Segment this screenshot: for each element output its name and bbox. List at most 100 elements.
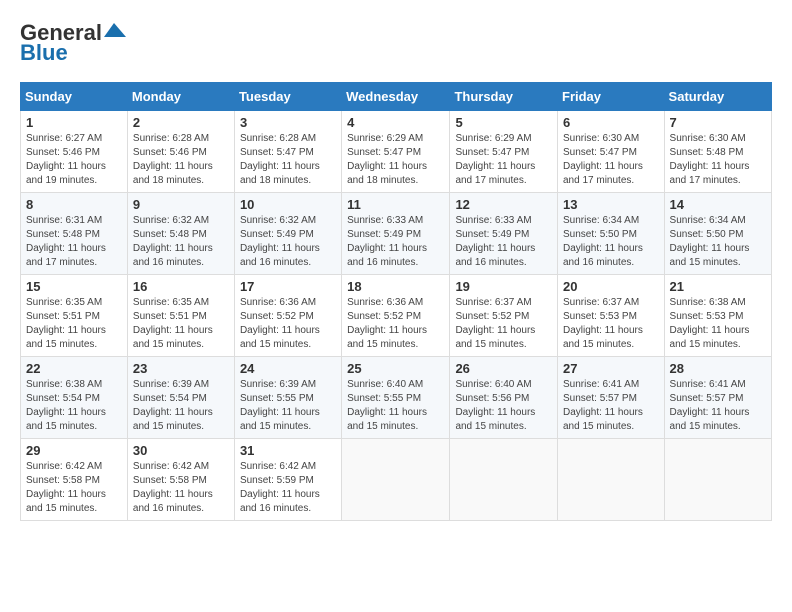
calendar-cell: 2 Sunrise: 6:28 AMSunset: 5:46 PMDaylight… <box>127 111 234 193</box>
calendar-cell: 7 Sunrise: 6:30 AMSunset: 5:48 PMDaylight… <box>664 111 771 193</box>
day-number: 12 <box>455 197 552 212</box>
dow-header-sunday: Sunday <box>21 83 128 111</box>
page-header: General Blue <box>20 20 772 66</box>
day-number: 13 <box>563 197 659 212</box>
logo-blue-text: Blue <box>20 40 68 66</box>
day-number: 1 <box>26 115 122 130</box>
day-number: 6 <box>563 115 659 130</box>
calendar-cell: 19 Sunrise: 6:37 AMSunset: 5:52 PMDayligh… <box>450 275 558 357</box>
logo: General Blue <box>20 20 126 66</box>
calendar-week-4: 22 Sunrise: 6:38 AMSunset: 5:54 PMDayligh… <box>21 357 772 439</box>
calendar-cell: 21 Sunrise: 6:38 AMSunset: 5:53 PMDayligh… <box>664 275 771 357</box>
calendar-cell: 18Sunrise: 6:36 AMSunset: 5:52 PMDayligh… <box>342 275 450 357</box>
calendar-cell <box>342 439 450 521</box>
day-info: Sunrise: 6:39 AMSunset: 5:55 PMDaylight:… <box>240 378 336 434</box>
calendar-cell: 17 Sunrise: 6:36 AMSunset: 5:52 PMDayligh… <box>234 275 341 357</box>
day-info: Sunrise: 6:32 AMSunset: 5:48 PMDaylight:… <box>133 214 229 270</box>
day-info: Sunrise: 6:38 AMSunset: 5:54 PMDaylight:… <box>26 378 122 434</box>
calendar-cell <box>558 439 665 521</box>
calendar-cell: 10Sunrise: 6:32 AMSunset: 5:49 PMDayligh… <box>234 193 341 275</box>
day-info: Sunrise: 6:29 AMSunset: 5:47 PMDaylight:… <box>455 132 552 188</box>
day-info: Sunrise: 6:38 AMSunset: 5:53 PMDaylight:… <box>670 296 766 352</box>
day-number: 31 <box>240 443 336 458</box>
day-number: 22 <box>26 361 122 376</box>
day-number: 29 <box>26 443 122 458</box>
day-info: Sunrise: 6:34 AMSunset: 5:50 PMDaylight:… <box>670 214 766 270</box>
day-number: 25 <box>347 361 444 376</box>
calendar-cell: 1 Sunrise: 6:27 AMSunset: 5:46 PMDaylight… <box>21 111 128 193</box>
day-info: Sunrise: 6:30 AMSunset: 5:47 PMDaylight:… <box>563 132 659 188</box>
day-number: 23 <box>133 361 229 376</box>
day-number: 24 <box>240 361 336 376</box>
calendar-week-5: 29 Sunrise: 6:42 AMSunset: 5:58 PMDayligh… <box>21 439 772 521</box>
day-number: 3 <box>240 115 336 130</box>
dow-header-monday: Monday <box>127 83 234 111</box>
day-info: Sunrise: 6:35 AMSunset: 5:51 PMDaylight:… <box>26 296 122 352</box>
day-info: Sunrise: 6:41 AMSunset: 5:57 PMDaylight:… <box>670 378 766 434</box>
calendar-cell: 23Sunrise: 6:39 AMSunset: 5:54 PMDayligh… <box>127 357 234 439</box>
day-number: 21 <box>670 279 766 294</box>
calendar-cell: 25 Sunrise: 6:40 AMSunset: 5:55 PMDayligh… <box>342 357 450 439</box>
calendar-table: SundayMondayTuesdayWednesdayThursdayFrid… <box>20 82 772 521</box>
calendar-week-3: 15 Sunrise: 6:35 AMSunset: 5:51 PMDayligh… <box>21 275 772 357</box>
day-number: 11 <box>347 197 444 212</box>
calendar-cell: 12Sunrise: 6:33 AMSunset: 5:49 PMDayligh… <box>450 193 558 275</box>
day-number: 19 <box>455 279 552 294</box>
day-number: 16 <box>133 279 229 294</box>
dow-header-tuesday: Tuesday <box>234 83 341 111</box>
calendar-week-1: 1 Sunrise: 6:27 AMSunset: 5:46 PMDaylight… <box>21 111 772 193</box>
day-number: 28 <box>670 361 766 376</box>
day-info: Sunrise: 6:28 AMSunset: 5:46 PMDaylight:… <box>133 132 229 188</box>
day-info: Sunrise: 6:37 AMSunset: 5:53 PMDaylight:… <box>563 296 659 352</box>
day-info: Sunrise: 6:32 AMSunset: 5:49 PMDaylight:… <box>240 214 336 270</box>
day-number: 26 <box>455 361 552 376</box>
calendar-cell: 14 Sunrise: 6:34 AMSunset: 5:50 PMDayligh… <box>664 193 771 275</box>
calendar-cell: 16 Sunrise: 6:35 AMSunset: 5:51 PMDayligh… <box>127 275 234 357</box>
day-info: Sunrise: 6:36 AMSunset: 5:52 PMDaylight:… <box>240 296 336 352</box>
calendar-cell: 22 Sunrise: 6:38 AMSunset: 5:54 PMDayligh… <box>21 357 128 439</box>
calendar-cell: 15 Sunrise: 6:35 AMSunset: 5:51 PMDayligh… <box>21 275 128 357</box>
day-info: Sunrise: 6:40 AMSunset: 5:56 PMDaylight:… <box>455 378 552 434</box>
calendar-cell <box>664 439 771 521</box>
day-number: 5 <box>455 115 552 130</box>
day-number: 9 <box>133 197 229 212</box>
day-info: Sunrise: 6:31 AMSunset: 5:48 PMDaylight:… <box>26 214 122 270</box>
calendar-week-2: 8 Sunrise: 6:31 AMSunset: 5:48 PMDaylight… <box>21 193 772 275</box>
day-info: Sunrise: 6:37 AMSunset: 5:52 PMDaylight:… <box>455 296 552 352</box>
day-info: Sunrise: 6:30 AMSunset: 5:48 PMDaylight:… <box>670 132 766 188</box>
day-info: Sunrise: 6:27 AMSunset: 5:46 PMDaylight:… <box>26 132 122 188</box>
day-info: Sunrise: 6:41 AMSunset: 5:57 PMDaylight:… <box>563 378 659 434</box>
calendar-cell: 29 Sunrise: 6:42 AMSunset: 5:58 PMDayligh… <box>21 439 128 521</box>
day-number: 8 <box>26 197 122 212</box>
day-number: 2 <box>133 115 229 130</box>
day-info: Sunrise: 6:33 AMSunset: 5:49 PMDaylight:… <box>347 214 444 270</box>
calendar-body: 1 Sunrise: 6:27 AMSunset: 5:46 PMDaylight… <box>21 111 772 521</box>
day-info: Sunrise: 6:42 AMSunset: 5:58 PMDaylight:… <box>26 460 122 516</box>
dow-header-thursday: Thursday <box>450 83 558 111</box>
day-info: Sunrise: 6:34 AMSunset: 5:50 PMDaylight:… <box>563 214 659 270</box>
day-number: 18 <box>347 279 444 294</box>
day-number: 7 <box>670 115 766 130</box>
calendar-cell <box>450 439 558 521</box>
calendar-cell: 30 Sunrise: 6:42 AMSunset: 5:58 PMDayligh… <box>127 439 234 521</box>
calendar-cell: 5 Sunrise: 6:29 AMSunset: 5:47 PMDaylight… <box>450 111 558 193</box>
calendar-cell: 27 Sunrise: 6:41 AMSunset: 5:57 PMDayligh… <box>558 357 665 439</box>
day-info: Sunrise: 6:40 AMSunset: 5:55 PMDaylight:… <box>347 378 444 434</box>
calendar-cell: 24 Sunrise: 6:39 AMSunset: 5:55 PMDayligh… <box>234 357 341 439</box>
calendar-cell: 3 Sunrise: 6:28 AMSunset: 5:47 PMDaylight… <box>234 111 341 193</box>
days-of-week-row: SundayMondayTuesdayWednesdayThursdayFrid… <box>21 83 772 111</box>
calendar-cell: 9 Sunrise: 6:32 AMSunset: 5:48 PMDaylight… <box>127 193 234 275</box>
day-number: 17 <box>240 279 336 294</box>
day-number: 14 <box>670 197 766 212</box>
day-info: Sunrise: 6:28 AMSunset: 5:47 PMDaylight:… <box>240 132 336 188</box>
day-number: 27 <box>563 361 659 376</box>
day-number: 15 <box>26 279 122 294</box>
day-number: 4 <box>347 115 444 130</box>
dow-header-wednesday: Wednesday <box>342 83 450 111</box>
day-info: Sunrise: 6:42 AMSunset: 5:58 PMDaylight:… <box>133 460 229 516</box>
logo-icon <box>104 23 126 39</box>
day-number: 30 <box>133 443 229 458</box>
calendar-cell: 26 Sunrise: 6:40 AMSunset: 5:56 PMDayligh… <box>450 357 558 439</box>
day-number: 20 <box>563 279 659 294</box>
day-info: Sunrise: 6:35 AMSunset: 5:51 PMDaylight:… <box>133 296 229 352</box>
